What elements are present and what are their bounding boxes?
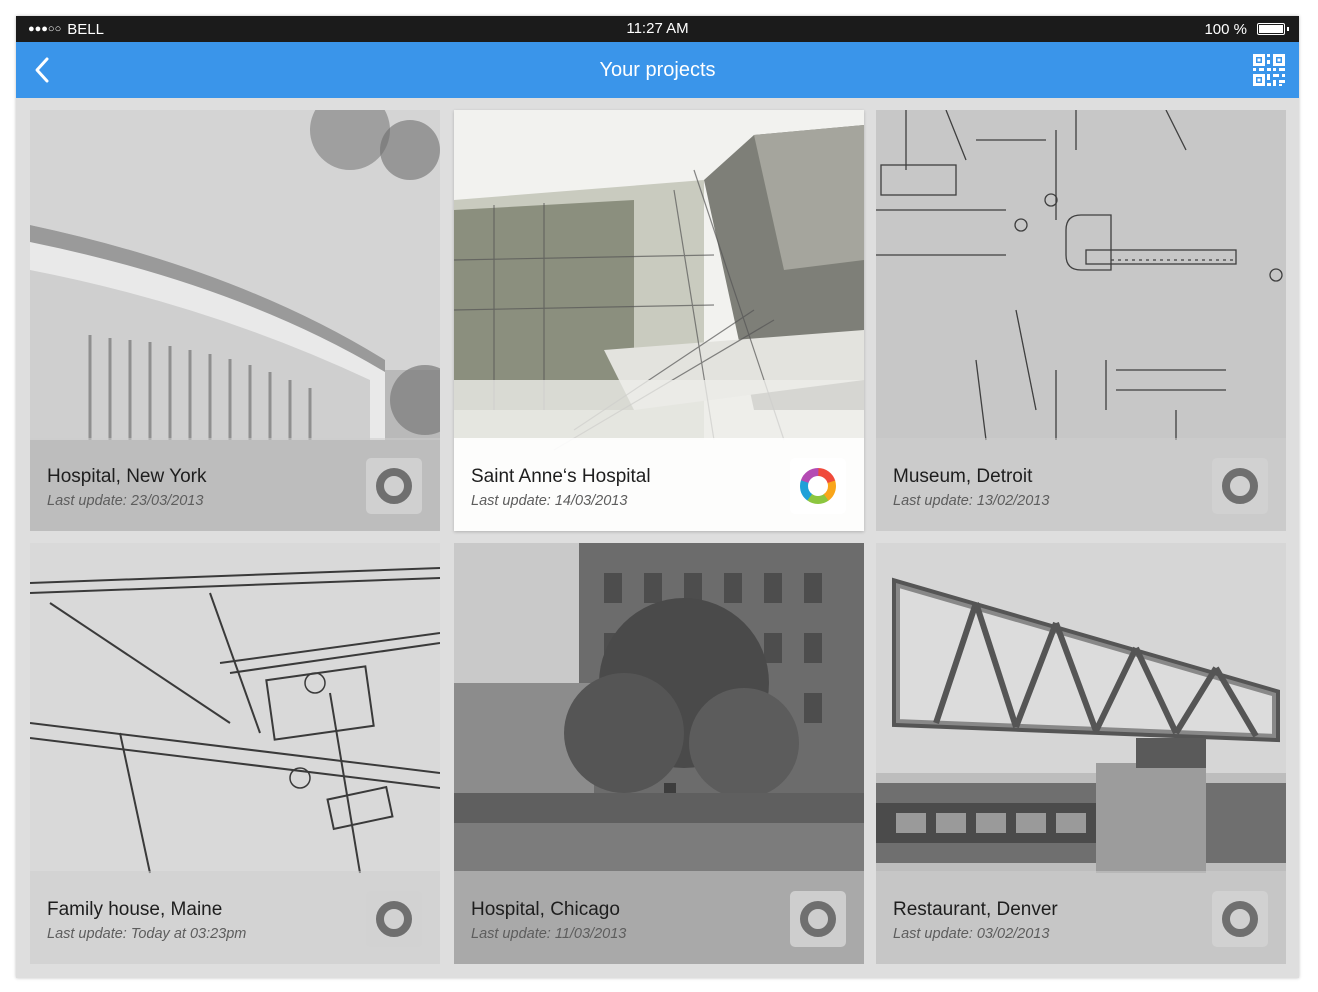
project-card[interactable]: Family house, Maine Last update: Today a… [30,543,440,964]
project-info-panel: Restaurant, Denver Last update: 03/02/20… [876,871,1286,964]
status-ring-icon [1222,901,1258,937]
page-title: Your projects [599,59,716,81]
project-card[interactable]: Hospital, Chicago Last update: 11/03/201… [454,543,864,964]
project-last-update: Last update: Today at 03:23pm [47,926,247,942]
tablet-screen: ●●●○○ BELL 11:27 AM 100 % Your projects [16,16,1299,978]
status-bar: ●●●○○ BELL 11:27 AM 100 % [16,16,1299,42]
project-card-active[interactable]: Saint Anne‘s Hospital Last update: 14/03… [454,110,864,531]
project-name: Museum, Detroit [893,466,1033,487]
project-name: Hospital, Chicago [471,899,620,920]
project-status-button[interactable] [1212,458,1268,514]
qr-scan-button[interactable] [1253,54,1285,86]
project-last-update: Last update: 23/03/2013 [47,493,204,509]
project-name: Family house, Maine [47,899,223,920]
project-status-button[interactable] [1212,891,1268,947]
project-name: Restaurant, Denver [893,899,1058,920]
project-name: Hospital, New York [47,466,207,487]
status-ring-icon [376,468,412,504]
project-info-panel: Museum, Detroit Last update: 13/02/2013 [876,438,1286,531]
app-bar: Your projects [16,42,1299,98]
progress-ring-icon [800,468,836,504]
project-last-update: Last update: 13/02/2013 [893,493,1050,509]
project-card[interactable]: Hospital, New York Last update: 23/03/20… [30,110,440,531]
project-last-update: Last update: 14/03/2013 [471,493,628,509]
status-ring-icon [376,901,412,937]
battery-indicator: 100 % [1204,16,1289,42]
battery-percent: 100 % [1204,20,1247,38]
status-time: 11:27 AM [626,20,689,37]
project-info-panel: Saint Anne‘s Hospital Last update: 14/03… [454,438,864,531]
project-status-button[interactable] [366,458,422,514]
status-ring-icon [1222,468,1258,504]
project-status-button[interactable] [366,891,422,947]
project-status-button[interactable] [790,458,846,514]
battery-icon [1257,23,1289,35]
project-status-button[interactable] [790,891,846,947]
status-ring-icon [800,901,836,937]
project-info-panel: Family house, Maine Last update: Today a… [30,871,440,964]
project-info-panel: Hospital, New York Last update: 23/03/20… [30,438,440,531]
qr-code-icon [1253,54,1285,86]
project-last-update: Last update: 11/03/2013 [471,926,627,942]
project-card[interactable]: Restaurant, Denver Last update: 03/02/20… [876,543,1286,964]
project-name: Saint Anne‘s Hospital [471,466,651,487]
project-card[interactable]: Museum, Detroit Last update: 13/02/2013 [876,110,1286,531]
project-last-update: Last update: 03/02/2013 [893,926,1050,942]
project-info-panel: Hospital, Chicago Last update: 11/03/201… [454,871,864,964]
